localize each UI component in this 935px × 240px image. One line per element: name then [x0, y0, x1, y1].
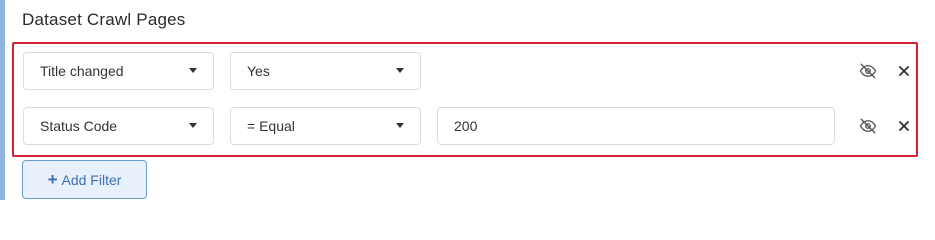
toggle-visibility-button[interactable]: [858, 61, 878, 81]
left-accent-bar: [0, 0, 5, 200]
filter-field-select[interactable]: Title changed: [23, 52, 214, 90]
filter-operator-value: = Equal: [247, 118, 295, 134]
close-icon: [899, 121, 909, 131]
close-icon: [899, 66, 909, 76]
remove-filter-button[interactable]: [894, 61, 914, 81]
caret-down-icon: [189, 123, 197, 128]
filter-field-value: Title changed: [40, 63, 124, 79]
caret-down-icon: [396, 123, 404, 128]
filter-operator-select[interactable]: Yes: [230, 52, 421, 90]
eye-off-icon: [859, 63, 877, 79]
section-title: Dataset Crawl Pages: [22, 10, 186, 29]
filter-value-input[interactable]: [437, 107, 835, 145]
plus-icon: +: [47, 170, 58, 189]
filter-field-select[interactable]: Status Code: [23, 107, 214, 145]
filter-operator-select[interactable]: = Equal: [230, 107, 421, 145]
remove-filter-button[interactable]: [894, 116, 914, 136]
caret-down-icon: [396, 68, 404, 73]
caret-down-icon: [189, 68, 197, 73]
add-filter-button[interactable]: + Add Filter: [22, 160, 147, 199]
filter-group: Title changed Yes Status Code = Equal 20…: [12, 42, 918, 157]
dataset-crawl-pages-panel: Dataset Crawl Pages Title changed Yes St…: [0, 0, 935, 209]
filter-row: Title changed Yes: [14, 52, 916, 90]
filter-field-value: Status Code: [40, 118, 118, 134]
filter-row: Status Code = Equal: [14, 107, 916, 145]
add-filter-label: Add Filter: [61, 171, 122, 188]
eye-off-icon: [859, 118, 877, 134]
toggle-visibility-button[interactable]: [858, 116, 878, 136]
filter-operator-value: Yes: [247, 63, 270, 79]
